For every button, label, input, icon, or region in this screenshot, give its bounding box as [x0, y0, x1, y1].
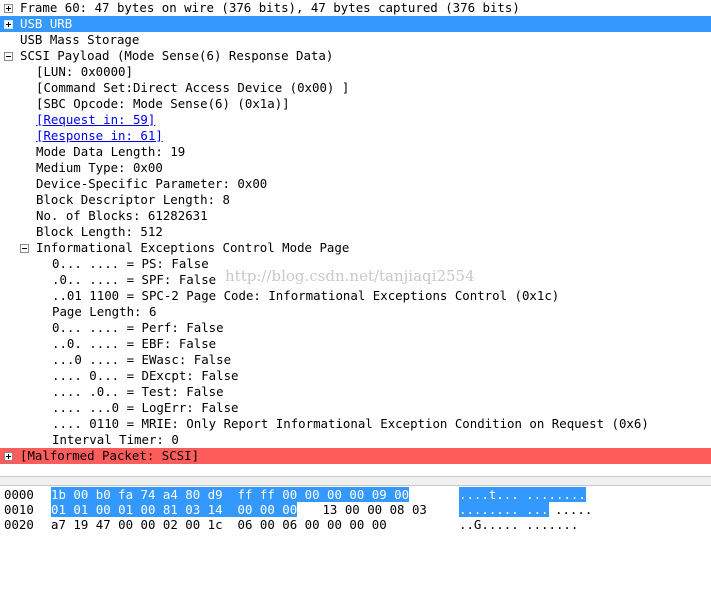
hex-bytes-highlighted: 01 01 00 01 00 81 03 14 00 00 00	[51, 502, 298, 517]
expand-plus-icon[interactable]	[4, 4, 13, 13]
tree-row-mrie[interactable]: .... 0110 = MRIE: Only Report Informatio…	[0, 416, 711, 432]
hex-ascii-highlighted: ........ ...	[459, 502, 549, 517]
hex-ascii-highlighted: ....t... ........	[459, 487, 586, 502]
tree-row-malformed-packet[interactable]: [Malformed Packet: SCSI]	[0, 448, 711, 464]
tree-row-usb-urb[interactable]: USB URB	[0, 16, 711, 32]
tree-row-block-length[interactable]: Block Length: 512	[0, 224, 711, 240]
hex-ascii: ..G..... .......	[459, 517, 579, 532]
expand-plus-icon[interactable]	[4, 452, 13, 461]
tree-row-interval-timer[interactable]: Interval Timer: 0	[0, 432, 711, 448]
collapse-minus-icon[interactable]	[4, 52, 13, 61]
tree-row-response-in[interactable]: [Response in: 61]	[0, 128, 711, 144]
packet-details-tree: Frame 60: 47 bytes on wire (376 bits), 4…	[0, 0, 711, 464]
tree-row-usb-mass-storage[interactable]: USB Mass Storage	[0, 32, 711, 48]
hex-bytes-highlighted: 1b 00 b0 fa 74 a4 80 d9 ff ff 00 00 00 0…	[51, 487, 410, 502]
tree-row-test[interactable]: .... .0.. = Test: False	[0, 384, 711, 400]
hex-bytes: 13 00 00 08 03	[315, 502, 427, 517]
tree-row-logerr[interactable]: .... ...0 = LogErr: False	[0, 400, 711, 416]
hex-dump-pane: 0000 1b 00 b0 fa 74 a4 80 d9 ff ff 00 00…	[0, 487, 711, 532]
hex-bytes: a7 19 47 00 00 02 00 1c 06 00 06 00 00 0…	[51, 517, 387, 532]
tree-row-scsi-payload[interactable]: SCSI Payload (Mode Sense(6) Response Dat…	[0, 48, 711, 64]
request-in-link[interactable]: [Request in: 59]	[36, 112, 155, 128]
tree-row-perf[interactable]: 0... .... = Perf: False	[0, 320, 711, 336]
tree-row-spc2-page-code[interactable]: ..01 1100 = SPC-2 Page Code: Information…	[0, 288, 711, 304]
hex-offset: 0000	[4, 487, 34, 502]
tree-row-device-specific[interactable]: Device-Specific Parameter: 0x00	[0, 176, 711, 192]
expand-plus-icon[interactable]	[4, 20, 13, 29]
hex-offset: 0010	[4, 502, 34, 517]
hex-offset: 0020	[4, 517, 34, 532]
tree-row-block-descriptor-length[interactable]: Block Descriptor Length: 8	[0, 192, 711, 208]
tree-row-ebf[interactable]: ..0. .... = EBF: False	[0, 336, 711, 352]
tree-row-page-length[interactable]: Page Length: 6	[0, 304, 711, 320]
pane-splitter[interactable]	[0, 476, 711, 486]
tree-row-command-set[interactable]: [Command Set:Direct Access Device (0x00)…	[0, 80, 711, 96]
hex-ascii: .....	[555, 502, 593, 517]
tree-row-frame[interactable]: Frame 60: 47 bytes on wire (376 bits), 4…	[0, 0, 711, 16]
tree-row-lun[interactable]: [LUN: 0x0000]	[0, 64, 711, 80]
tree-row-ewasc[interactable]: ...0 .... = EWasc: False	[0, 352, 711, 368]
tree-row-mode-data-length[interactable]: Mode Data Length: 19	[0, 144, 711, 160]
tree-row-ps[interactable]: 0... .... = PS: False	[0, 256, 711, 272]
hex-row[interactable]: 0010 01 01 00 01 00 81 03 14 00 00 00 13…	[0, 502, 711, 517]
response-in-link[interactable]: [Response in: 61]	[36, 128, 163, 144]
tree-row-spf[interactable]: .0.. .... = SPF: False	[0, 272, 711, 288]
tree-row-medium-type[interactable]: Medium Type: 0x00	[0, 160, 711, 176]
tree-row-dexcpt[interactable]: .... 0... = DExcpt: False	[0, 368, 711, 384]
tree-row-iec-mode-page[interactable]: Informational Exceptions Control Mode Pa…	[0, 240, 711, 256]
tree-row-no-of-blocks[interactable]: No. of Blocks: 61282631	[0, 208, 711, 224]
hex-row[interactable]: 0020 a7 19 47 00 00 02 00 1c 06 00 06 00…	[0, 517, 711, 532]
tree-row-sbc-opcode[interactable]: [SBC Opcode: Mode Sense(6) (0x1a)]	[0, 96, 711, 112]
hex-row[interactable]: 0000 1b 00 b0 fa 74 a4 80 d9 ff ff 00 00…	[0, 487, 711, 502]
collapse-minus-icon[interactable]	[20, 244, 29, 253]
tree-row-request-in[interactable]: [Request in: 59]	[0, 112, 711, 128]
